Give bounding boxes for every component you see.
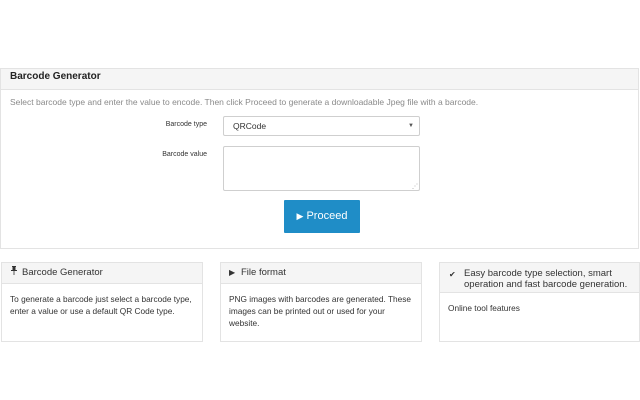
play-icon: ▶ bbox=[229, 268, 236, 277]
card-header: ✔ Easy barcode type selection, smart ope… bbox=[440, 263, 639, 293]
resize-grip-icon[interactable]: ⋰ bbox=[412, 184, 418, 190]
panel-title: Barcode Generator bbox=[1, 69, 638, 90]
card-title: File format bbox=[241, 267, 286, 278]
card-title: Easy barcode type selection, smart opera… bbox=[464, 268, 628, 290]
card-file-format: ▶ File format PNG images with barcodes ar… bbox=[220, 262, 422, 342]
play-icon: ▶ bbox=[296, 211, 304, 221]
checkmark-icon: ✔ bbox=[449, 270, 456, 279]
chevron-down-icon: ▼ bbox=[408, 123, 414, 129]
card-body: PNG images with barcodes are generated. … bbox=[229, 294, 412, 328]
barcode-type-select[interactable]: QRCode ▼ bbox=[223, 116, 420, 136]
card-body: Online tool features bbox=[448, 303, 520, 313]
barcode-type-value: QRCode bbox=[233, 121, 267, 131]
intro-text: Select barcode type and enter the value … bbox=[10, 97, 479, 107]
card-body: To generate a barcode just select a barc… bbox=[10, 294, 192, 316]
barcode-value-input[interactable]: ⋰ bbox=[223, 146, 420, 191]
card-header: Barcode Generator bbox=[2, 263, 202, 284]
barcode-value-label: Barcode value bbox=[162, 151, 207, 158]
pin-icon bbox=[10, 263, 22, 283]
proceed-label: Proceed bbox=[306, 210, 348, 222]
barcode-generator-panel: Barcode Generator Select barcode type an… bbox=[0, 68, 639, 249]
card-title: Barcode Generator bbox=[22, 267, 103, 278]
proceed-button[interactable]: ▶ Proceed bbox=[284, 200, 360, 233]
card-header: ▶ File format bbox=[221, 263, 421, 284]
card-features: ✔ Easy barcode type selection, smart ope… bbox=[439, 262, 640, 342]
card-barcode-generator: Barcode Generator To generate a barcode … bbox=[1, 262, 203, 342]
barcode-type-label: Barcode type bbox=[165, 121, 207, 128]
